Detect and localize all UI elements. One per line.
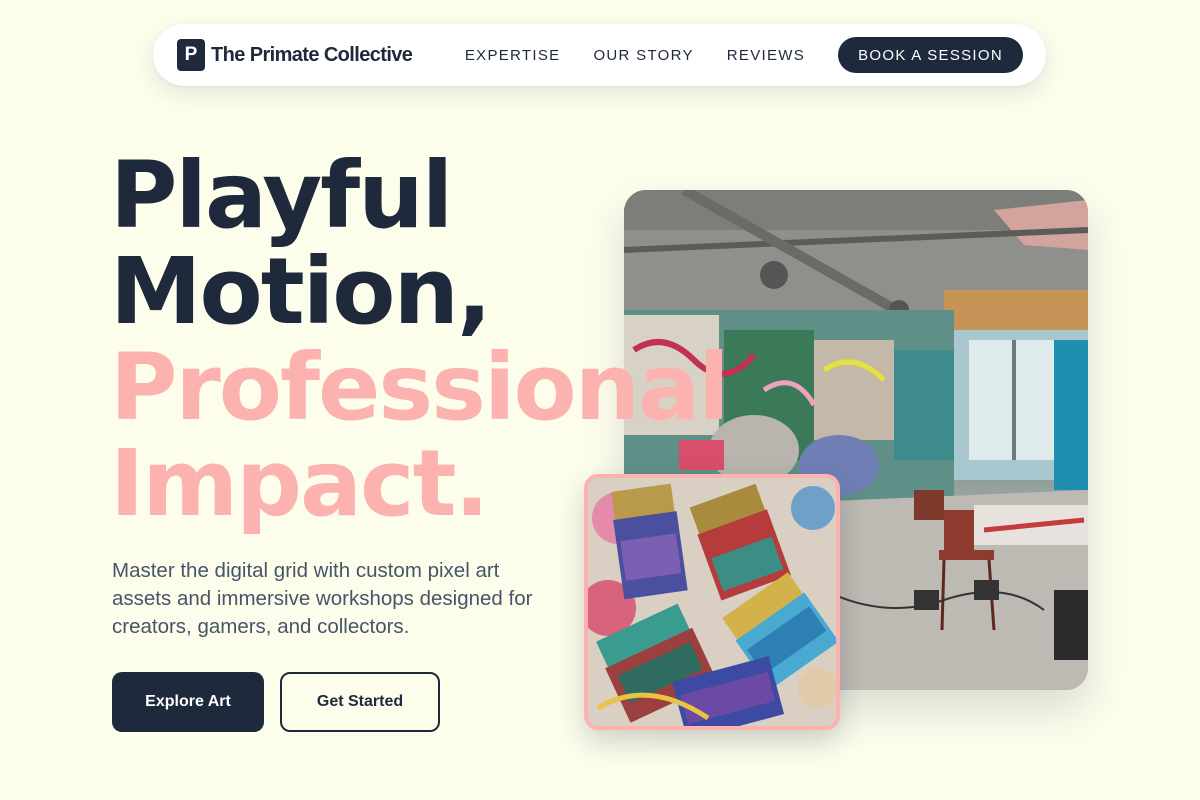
explore-art-button[interactable]: Explore Art xyxy=(112,672,264,732)
headline-line-2: Motion, xyxy=(110,238,492,345)
top-nav: P The Primate Collective EXPERTISE OUR S… xyxy=(153,24,1046,86)
headline-line-1: Playful xyxy=(110,142,453,249)
nav-link-reviews[interactable]: REVIEWS xyxy=(727,47,805,64)
hero-headline: Playful Motion, Professional Impact. xyxy=(110,142,730,537)
headline-line-4: Impact. xyxy=(110,430,489,537)
nav-link-our-story[interactable]: OUR STORY xyxy=(593,47,693,64)
get-started-button[interactable]: Get Started xyxy=(280,672,440,732)
hero-subtitle: Master the digital grid with custom pixe… xyxy=(112,559,533,638)
book-session-button[interactable]: BOOK A SESSION xyxy=(838,37,1023,73)
brand-name: The Primate Collective xyxy=(211,43,413,66)
logo-mark: P xyxy=(177,39,205,71)
nav-links: EXPERTISE OUR STORY REVIEWS BOOK A SESSI… xyxy=(465,37,1023,73)
nav-link-expertise[interactable]: EXPERTISE xyxy=(465,47,561,64)
headline-line-3: Professional xyxy=(110,334,730,441)
brand-logo[interactable]: P The Primate Collective xyxy=(177,39,413,71)
